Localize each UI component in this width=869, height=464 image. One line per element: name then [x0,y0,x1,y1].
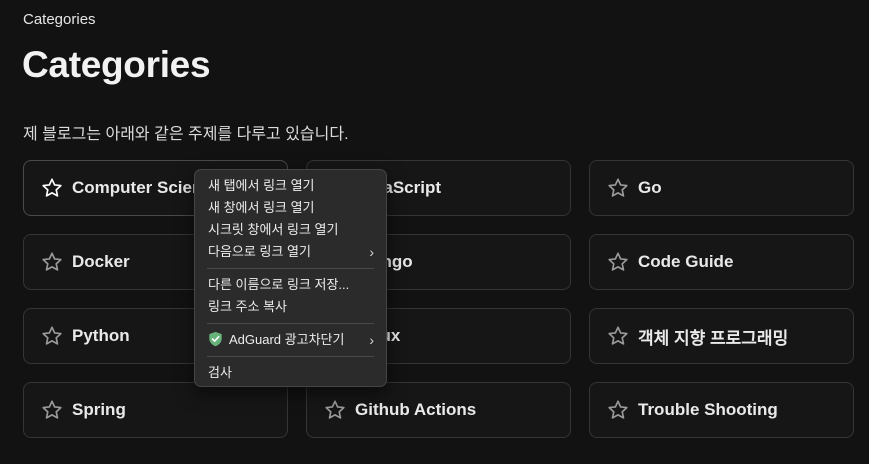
menu-divider [207,356,374,357]
star-icon [42,178,62,197]
menu-item-label: 새 탭에서 링크 열기 [208,178,315,193]
breadcrumb: Categories [23,11,96,28]
category-label: Docker [72,252,130,271]
star-icon [608,252,628,271]
menu-item-label: 새 창에서 링크 열기 [208,200,315,215]
menu-item-save-link-as[interactable]: 다른 이름으로 링크 저장... [195,274,386,296]
category-card-trouble-shooting[interactable]: Trouble Shooting [589,382,854,438]
intro-text: 제 블로그는 아래와 같은 주제를 다루고 있습니다. [23,126,349,143]
category-label: Spring [72,400,126,419]
menu-item-label: 링크 주소 복사 [208,299,287,314]
category-label: 객체 지향 프로그래밍 [638,328,789,348]
star-icon [608,178,628,197]
menu-item-copy-link[interactable]: 링크 주소 복사 [195,296,386,318]
category-label: Github Actions [355,400,477,419]
menu-item-label: 다음으로 링크 열기 [208,244,311,259]
menu-divider [207,323,374,324]
menu-item-open-secret-window[interactable]: 시크릿 창에서 링크 열기 [195,219,386,241]
category-label: Go [638,178,662,197]
context-menu: 새 탭에서 링크 열기 새 창에서 링크 열기 시크릿 창에서 링크 열기 다음… [194,169,387,387]
menu-item-open-new-window[interactable]: 새 창에서 링크 열기 [195,197,386,219]
category-card-spring[interactable]: Spring [23,382,288,438]
menu-item-label: 다른 이름으로 링크 저장... [208,277,350,292]
star-icon [42,326,62,345]
shield-check-icon [209,331,222,347]
category-label: Python [72,326,130,345]
category-card-github-actions[interactable]: Github Actions [306,382,571,438]
category-card-go[interactable]: Go [589,160,854,216]
star-icon [42,400,62,419]
menu-item-label: 검사 [208,365,232,380]
menu-divider [207,268,374,269]
menu-item-open-new-tab[interactable]: 새 탭에서 링크 열기 [195,175,386,197]
category-label: Code Guide [638,252,734,271]
page-title: Categories [22,44,211,85]
star-icon [325,400,345,419]
star-icon [42,252,62,271]
category-card-oop[interactable]: 객체 지향 프로그래밍 [589,308,854,364]
menu-item-adguard[interactable]: AdGuard 광고차단기 › [195,329,386,351]
category-card-code-guide[interactable]: Code Guide [589,234,854,290]
category-label: Trouble Shooting [638,400,778,419]
star-icon [608,326,628,345]
chevron-right-icon: › [369,244,374,260]
menu-item-label: 시크릿 창에서 링크 열기 [208,222,339,237]
chevron-right-icon: › [369,332,374,348]
menu-item-inspect[interactable]: 검사 [195,362,386,384]
menu-item-label: AdGuard 광고차단기 [229,332,345,347]
star-icon [608,400,628,419]
menu-item-open-with[interactable]: 다음으로 링크 열기 › [195,241,386,263]
